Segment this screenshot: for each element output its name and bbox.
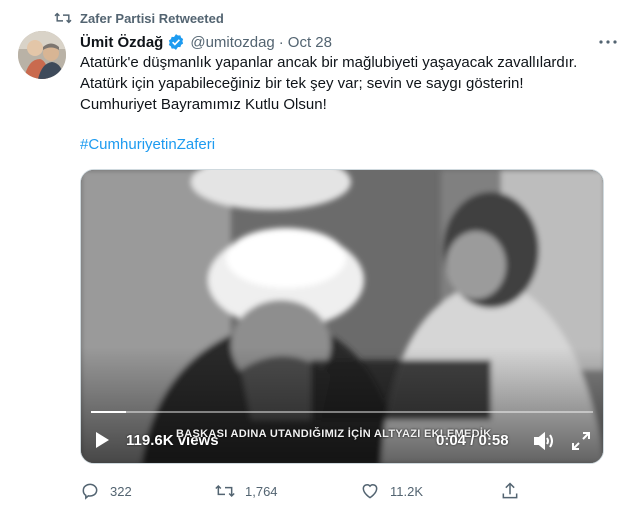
video-controls: 119.6K views BAŞKASI ADINA UTANDIĞIMIZ İ… [81, 428, 603, 455]
retweet-count: 1,764 [245, 483, 278, 499]
video-player[interactable]: 119.6K views BAŞKASI ADINA UTANDIĞIMIZ İ… [80, 169, 604, 464]
retweet-button[interactable]: 1,764 [215, 479, 278, 503]
hashtag-link[interactable]: #CumhuriyetinZaferi [80, 136, 215, 153]
tweet-date[interactable]: Oct 28 [288, 34, 332, 51]
play-icon[interactable] [94, 431, 110, 453]
reply-icon [80, 481, 100, 501]
share-icon [500, 481, 520, 501]
verified-icon [167, 33, 185, 51]
like-icon [360, 481, 380, 501]
fullscreen-icon[interactable] [571, 431, 591, 455]
share-button[interactable] [500, 479, 520, 503]
tweet-actions: 322 1,764 11.2K [80, 479, 620, 503]
separator-dot: · [278, 33, 284, 51]
volume-icon[interactable] [533, 431, 555, 455]
tweet-header: Ümit Özdağ @umitozdag · Oct 28 [80, 32, 620, 52]
retweet-context: Zafer Partisi Retweeted [54, 9, 224, 27]
reply-button[interactable]: 322 [80, 479, 132, 503]
video-progress-bar[interactable] [91, 411, 593, 413]
retweet-label[interactable]: Zafer Partisi Retweeted [80, 11, 224, 26]
reply-count: 322 [110, 483, 132, 499]
author-name[interactable]: Ümit Özdağ [80, 34, 163, 51]
like-button[interactable]: 11.2K [360, 479, 423, 503]
avatar[interactable] [18, 31, 66, 79]
author-handle[interactable]: @umitozdag [190, 34, 274, 51]
retweet-icon [54, 10, 72, 26]
like-count: 11.2K [390, 483, 424, 499]
tweet-text: Atatürk'e düşmanlık yapanlar ancak bir m… [80, 52, 620, 115]
tweet-line: Atatürk için yapabileceğiniz bir tek şey… [80, 75, 524, 92]
video-progress-fill [91, 411, 127, 413]
retweet-icon [215, 481, 235, 501]
video-frame [81, 170, 603, 463]
tweet-line: Atatürk'e düşmanlık yapanlar ancak bir m… [80, 54, 578, 71]
tweet[interactable]: Zafer Partisi Retweeted Ümit Özdağ @umit… [0, 0, 640, 511]
video-time: 0:04 / 0:58 [436, 432, 509, 449]
more-icon[interactable] [596, 30, 620, 54]
tweet-line: Cumhuriyet Bayramımız Kutlu Olsun! [80, 96, 327, 113]
